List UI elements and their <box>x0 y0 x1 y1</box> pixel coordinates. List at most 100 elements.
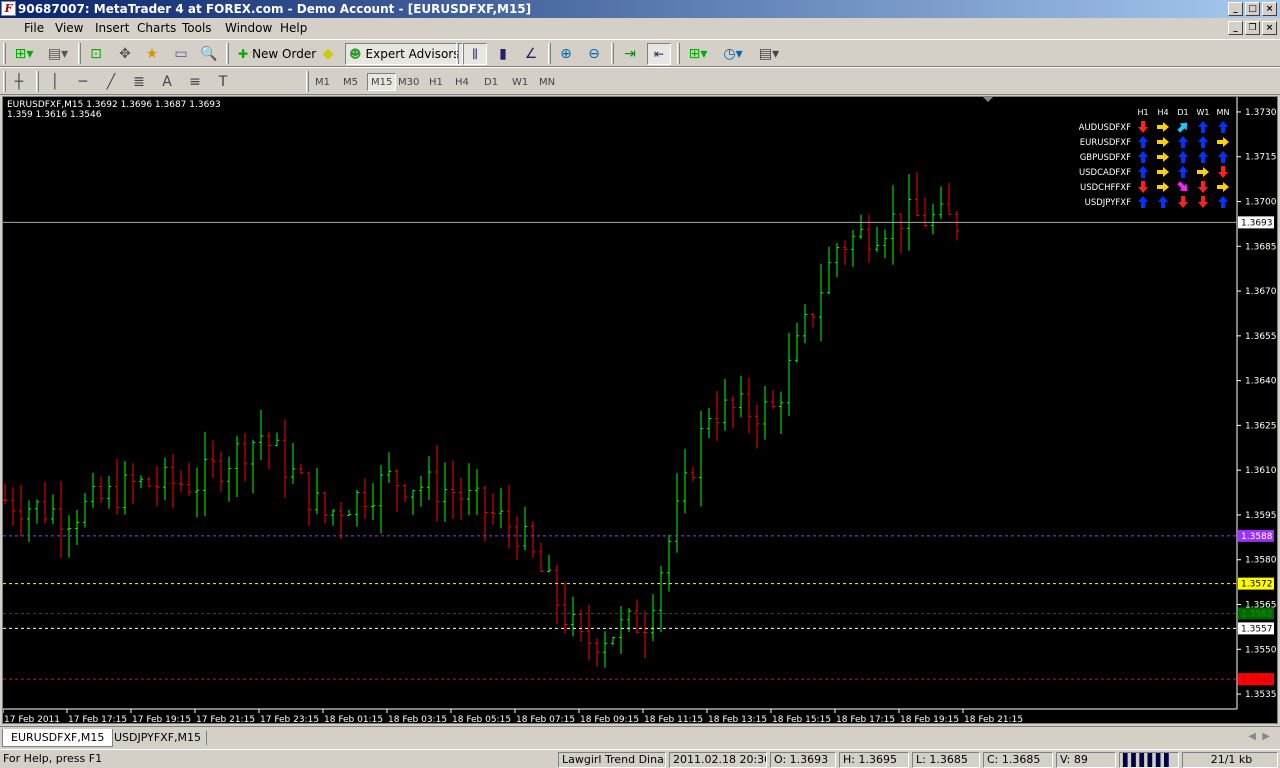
timeframe-m30[interactable]: M30 <box>395 73 422 91</box>
indicators-icon[interactable]: ⊞▾ <box>684 44 712 64</box>
tab-usdjpyfxf-m15[interactable]: USDJPYFXF,M15 <box>106 729 209 747</box>
child-restore-button[interactable]: ❐ <box>1245 21 1260 35</box>
trend-arrow-right-icon <box>1197 167 1209 177</box>
trend-arrow-upright-icon <box>1177 122 1188 133</box>
menu-window[interactable]: Window <box>225 21 272 35</box>
templates-icon[interactable]: ▤▾ <box>754 44 784 64</box>
menu-insert[interactable]: Insert <box>95 21 129 35</box>
minimize-button[interactable]: _ <box>1228 2 1243 16</box>
time-tick-label: 17 Feb 2011 <box>4 715 60 723</box>
vertical-line-icon[interactable]: │ <box>45 72 65 92</box>
level-label: 1.3588 <box>1241 532 1273 542</box>
matrix-header: W1 <box>1197 108 1210 117</box>
maximize-button[interactable]: □ <box>1245 2 1260 16</box>
connection-bars-icon: ▌▌▌▌▌▌ <box>1119 752 1179 768</box>
child-close-button[interactable]: × <box>1262 21 1277 35</box>
standard-toolbar: ⊞▾ ▤▾ ⊡ ✥ ★ ▭ 🔍 ✚ New Order ◆ ☻ Expert Adv… <box>0 39 1280 67</box>
tab-scroll-right-icon[interactable]: ▶ <box>1262 731 1270 742</box>
trend-arrow-right-icon <box>1157 182 1169 192</box>
matrix-header: MN <box>1217 108 1230 117</box>
chart-shift-marker <box>983 97 993 102</box>
timeframe-w1[interactable]: W1 <box>509 73 531 91</box>
channel-icon[interactable]: ≣ <box>129 72 149 92</box>
trend-arrow-down-icon <box>1138 181 1148 193</box>
chart-tabs: EURUSDFXF,M15 USDJPYFXF,M15 ◀ ▶ <box>0 726 1280 748</box>
data-window-icon[interactable]: ✥ <box>115 44 135 64</box>
price-chart[interactable]: 1.3730 1.3715 1.3700 1.3685 1.3670 1.3655 1.36… <box>3 97 1277 723</box>
menu-bar: File View Insert Charts Tools Window Hel… <box>0 18 1280 38</box>
timeframe-m1[interactable]: M1 <box>312 73 333 91</box>
expert-advisors-icon: ☻ <box>349 47 362 61</box>
terminal-icon[interactable]: ▭ <box>171 44 191 64</box>
new-order-button[interactable]: ✚ New Order <box>234 43 320 65</box>
close-button[interactable]: × <box>1262 2 1277 16</box>
level-label: 1.3540 <box>1241 675 1273 685</box>
time-tick-label: 18 Feb 19:15 <box>900 715 959 723</box>
symbol-info: EURUSDFXF,M15 1.3692 1.3696 1.3687 1.369… <box>7 100 221 120</box>
chart-window[interactable]: 1.3730 1.3715 1.3700 1.3685 1.3670 1.3655 1.36… <box>2 96 1278 724</box>
trend-arrow-right-icon <box>1217 137 1229 147</box>
chart-shift-button[interactable]: ⇤ <box>647 43 671 65</box>
zoom-out-icon[interactable]: ⊖ <box>584 44 604 64</box>
trend-arrow-up-icon <box>1138 196 1148 208</box>
line-chart-icon[interactable]: ∠ <box>521 44 541 64</box>
time-tick-label: 17 Feb 23:15 <box>260 715 319 723</box>
menu-help[interactable]: Help <box>280 21 307 35</box>
horizontal-line-icon[interactable]: ─ <box>73 72 93 92</box>
fibonacci-icon[interactable]: ≡ <box>185 72 205 92</box>
periods-icon[interactable]: ◷▾ <box>719 44 747 64</box>
trend-arrow-up-icon <box>1158 196 1168 208</box>
matrix-header: D1 <box>1177 108 1188 117</box>
trend-arrow-down-icon <box>1178 196 1188 208</box>
metaeditor-icon[interactable]: ◆ <box>318 44 338 64</box>
matrix-symbol: GBPUSDFXF <box>1080 153 1131 163</box>
menu-tools[interactable]: Tools <box>182 21 212 35</box>
price-tick-label: 1.3730 <box>1245 108 1277 118</box>
menu-charts[interactable]: Charts <box>137 21 176 35</box>
price-tick-label: 1.3550 <box>1245 645 1277 655</box>
profiles-icon[interactable]: ▤▾ <box>44 44 72 64</box>
zoom-in-icon[interactable]: ⊕ <box>556 44 576 64</box>
crosshair-icon[interactable]: ┼ <box>9 72 29 92</box>
timeframe-h4[interactable]: H4 <box>452 73 472 91</box>
matrix-symbol: AUDUSDFXF <box>1079 123 1131 133</box>
timeframe-mn[interactable]: MN <box>536 73 558 91</box>
trend-arrow-right-icon <box>1157 167 1169 177</box>
price-tick-label: 1.3670 <box>1245 287 1277 297</box>
price-tick-label: 1.3625 <box>1245 421 1277 431</box>
bar-low: L: 1.3685 <box>912 752 980 768</box>
time-tick-label: 18 Feb 03:15 <box>388 715 447 723</box>
timeframe-h1[interactable]: H1 <box>426 73 446 91</box>
candlestick-icon[interactable]: ▮ <box>493 44 513 64</box>
menu-view[interactable]: View <box>55 21 83 35</box>
bid-label: 1.3693 <box>1241 218 1273 228</box>
profile-name: Lawgirl Trend Dinapol <box>558 752 666 768</box>
time-tick-label: 18 Feb 21:15 <box>964 715 1023 723</box>
level-label: 1.3562 <box>1241 609 1273 619</box>
market-watch-icon[interactable]: ⊡ <box>86 44 106 64</box>
status-bar: For Help, press F1 Lawgirl Trend Dinapol… <box>0 749 1280 768</box>
text-label-icon[interactable]: T <box>213 72 233 92</box>
auto-scroll-icon[interactable]: ⇥ <box>620 44 640 64</box>
price-tick-label: 1.3700 <box>1245 197 1277 207</box>
matrix-symbol: EURUSDFXF <box>1080 138 1131 148</box>
tab-eurusdfxf-m15[interactable]: EURUSDFXF,M15 <box>2 729 114 747</box>
trend-arrow-down-icon <box>1198 181 1208 193</box>
matrix-symbol: USDCHFFXF <box>1080 183 1131 193</box>
child-minimize-button[interactable]: _ <box>1228 21 1243 35</box>
time-tick-label: 18 Feb 01:15 <box>324 715 383 723</box>
timeframe-d1[interactable]: D1 <box>481 73 501 91</box>
tab-scroll-left-icon[interactable]: ◀ <box>1248 731 1256 742</box>
menu-file[interactable]: File <box>24 21 44 35</box>
matrix-header: H4 <box>1157 108 1168 117</box>
timeframe-m15[interactable]: M15 <box>367 73 397 91</box>
strategy-tester-icon[interactable]: 🔍 <box>199 44 219 64</box>
navigator-icon[interactable]: ★ <box>142 44 162 64</box>
text-icon[interactable]: A <box>157 72 177 92</box>
new-chart-icon[interactable]: ⊞▾ <box>9 44 39 64</box>
expert-advisors-button[interactable]: ☻ Expert Advisors <box>345 43 464 65</box>
bar-chart-button[interactable]: ⫼ <box>463 43 487 65</box>
timeframe-m5[interactable]: M5 <box>340 73 361 91</box>
trendline-icon[interactable]: ╱ <box>101 72 121 92</box>
title-bar: F 90687007: MetaTrader 4 at FOREX.com - … <box>0 0 1280 18</box>
